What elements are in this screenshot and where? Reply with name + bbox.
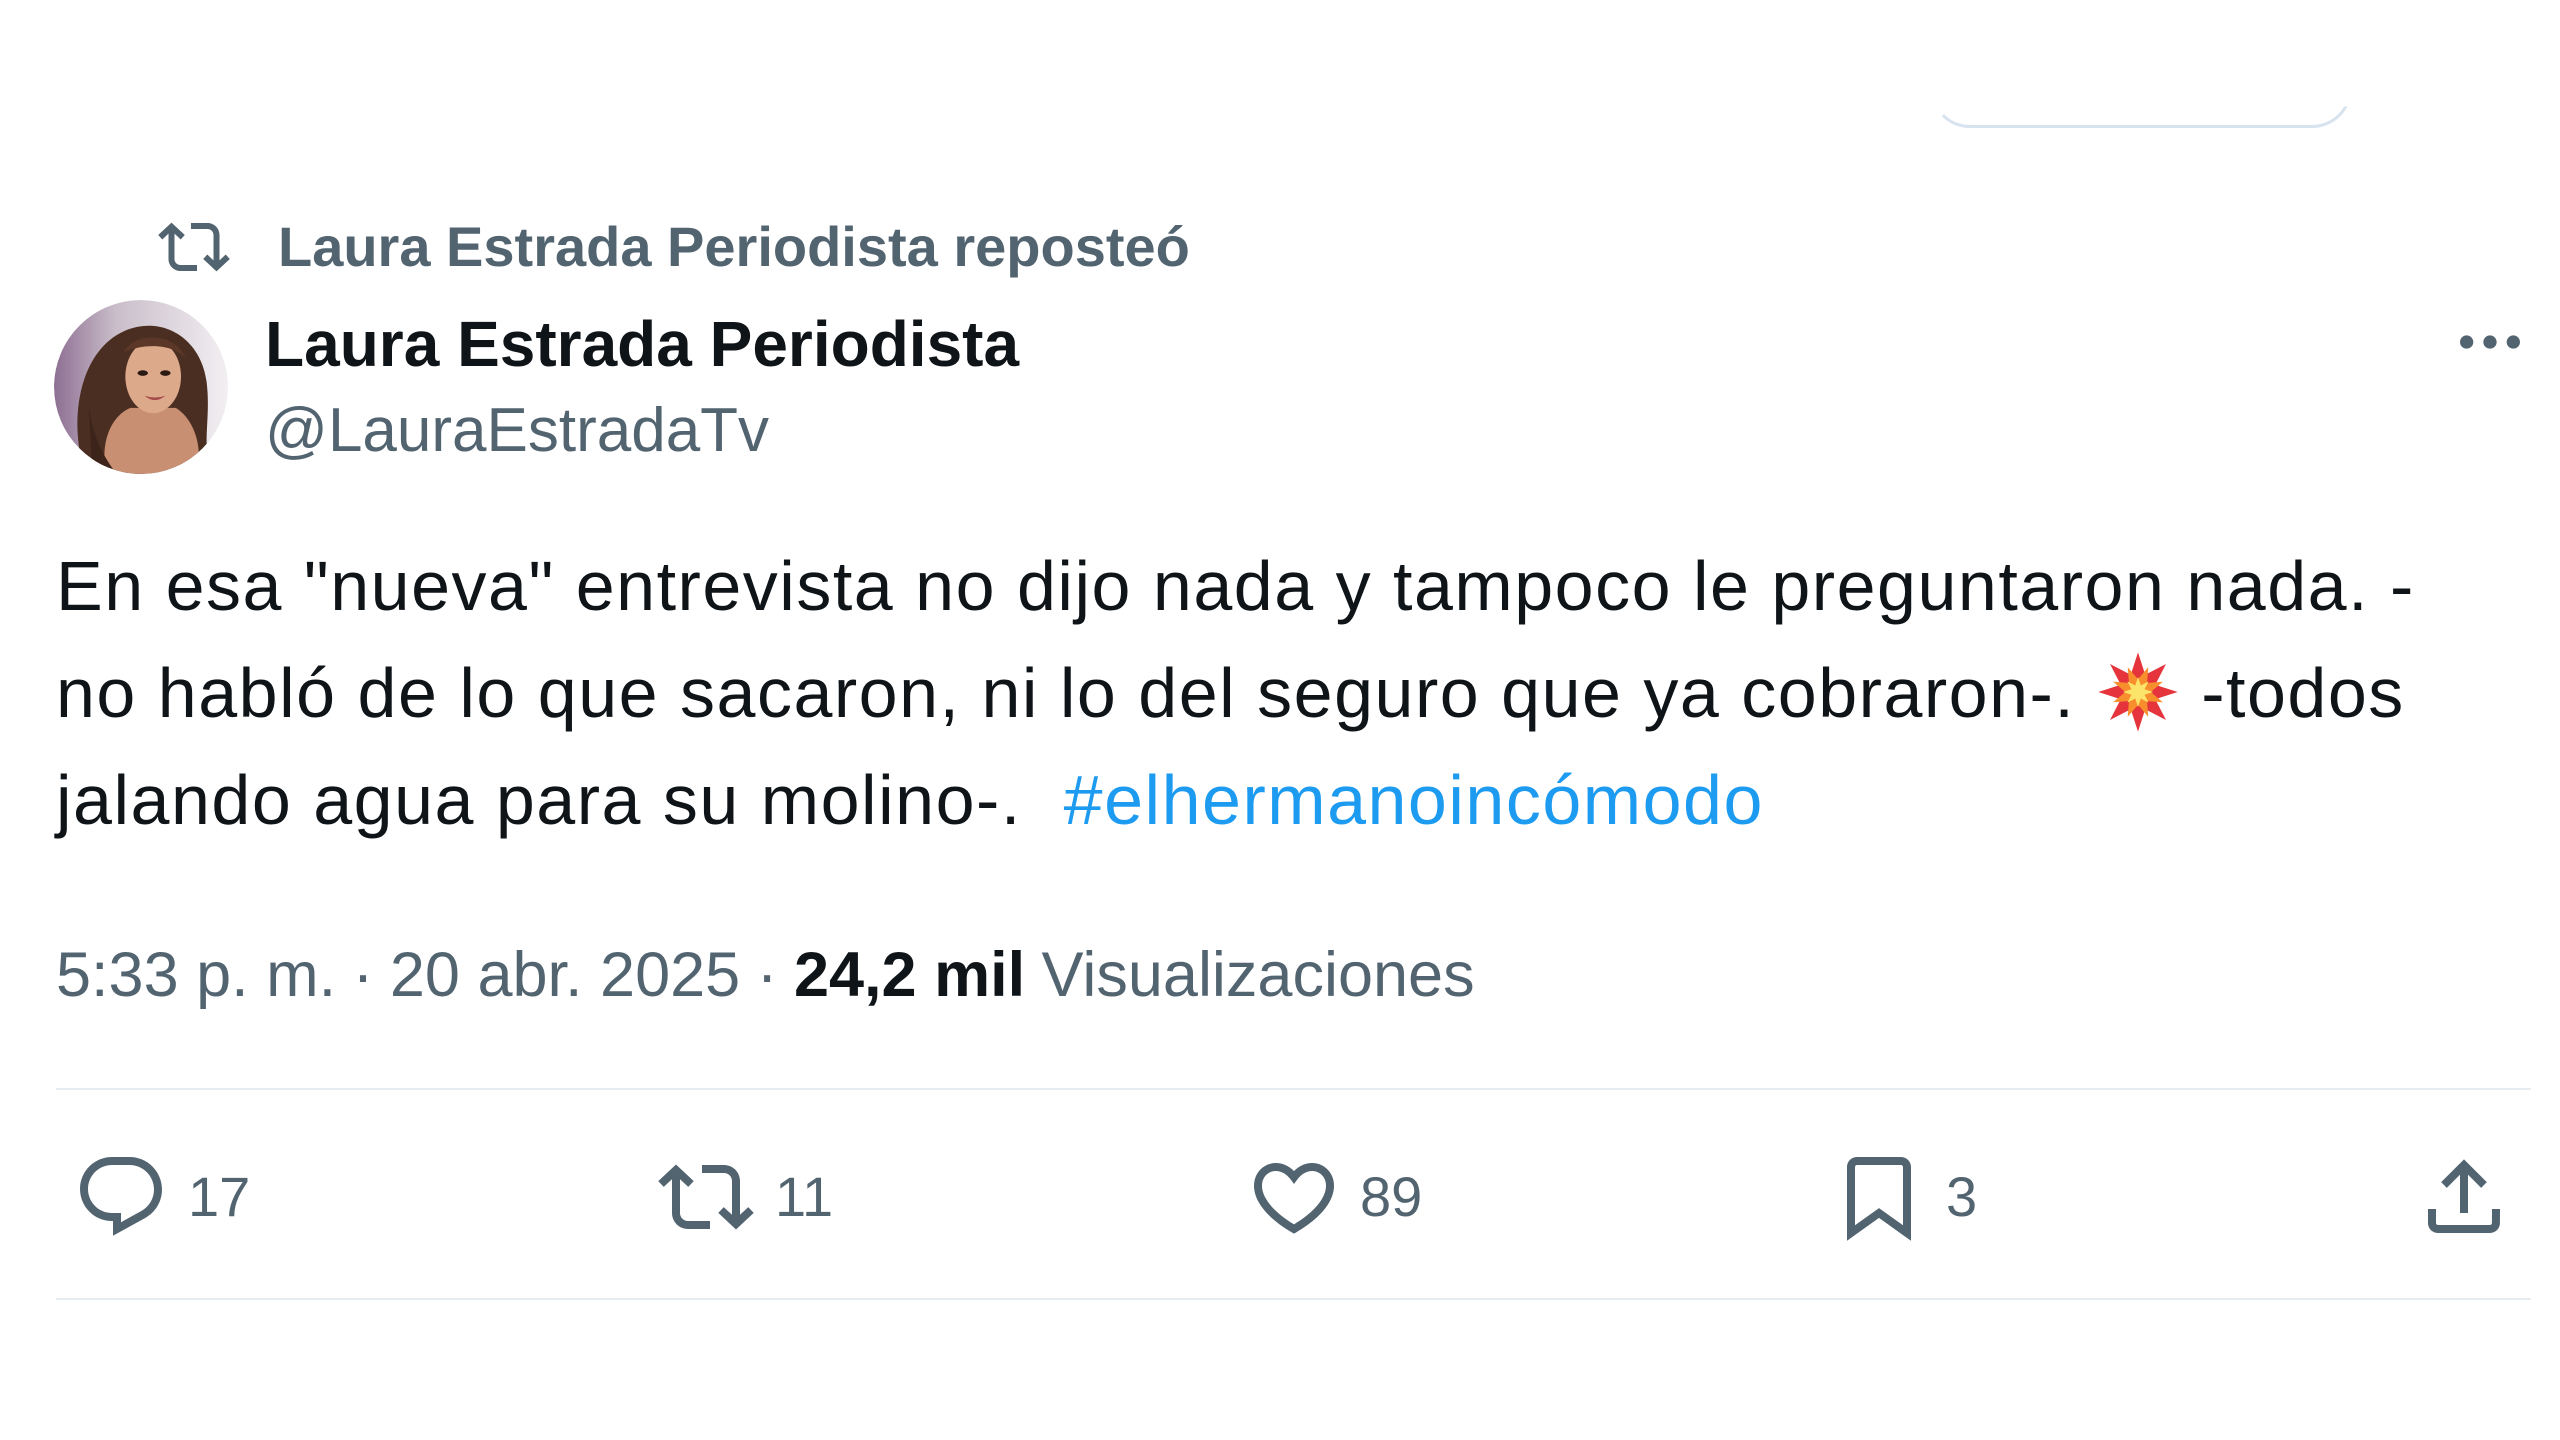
tweet-time[interactable]: 5:33 p. m. [56, 940, 336, 1010]
avatar[interactable] [54, 300, 228, 474]
tweet-line-1: En esa "nueva" entrevista no dijo nada y… [56, 547, 2415, 625]
bookmark-icon[interactable] [1831, 1149, 1927, 1245]
repost-count: 11 [775, 1165, 834, 1228]
tweet-text: En esa "nueva" entrevista no dijo nada y… [56, 533, 2526, 854]
collision-emoji-icon [2096, 650, 2180, 734]
author-name[interactable]: Laura Estrada Periodista [265, 306, 1019, 382]
views-count: 24,2 mil [793, 940, 1026, 1010]
tweet-meta: 5:33 p. m. · 20 abr. 2025 · 24,2 mil Visualiz… [56, 935, 1475, 1015]
hashtag-link[interactable]: #elhermanoincómodo [1064, 761, 1764, 839]
tweet-text-segment: -todos [2180, 654, 2405, 732]
divider [56, 1088, 2531, 1090]
meta-separator: · [756, 940, 778, 1010]
divider [56, 1298, 2531, 1300]
repost-icon [158, 211, 230, 283]
author-handle[interactable]: @LauraEstradaTv [265, 393, 769, 469]
tweet-line-3: jalando agua para su molino-. #elhermano… [56, 747, 2526, 854]
reply-icon[interactable] [73, 1149, 169, 1245]
meta-separator: · [352, 940, 374, 1010]
bookmark-count: 3 [1946, 1165, 1978, 1228]
share-icon[interactable] [2416, 1149, 2512, 1245]
tweet-date[interactable]: 20 abr. 2025 [390, 940, 740, 1010]
views-label: Visualizaciones [1041, 940, 1475, 1010]
views-link[interactable]: 24,2 mil Visualizaciones [794, 940, 1475, 1010]
tweet-text-segment: no habló de lo que sacaron, ni lo del se… [56, 654, 2097, 732]
tweet-text-segment: jalando agua para su molino-. [56, 761, 1064, 839]
reply-count: 17 [188, 1165, 251, 1228]
heart-icon[interactable] [1246, 1149, 1342, 1245]
like-count: 89 [1360, 1165, 1423, 1228]
repost-context-label[interactable]: Laura Estrada Periodista reposteó [278, 214, 1190, 280]
tweet-line-2: no habló de lo que sacaron, ni lo del se… [56, 640, 2526, 747]
partial-element-edge [1930, 88, 2352, 128]
more-dots-icon[interactable] [2450, 302, 2530, 382]
repost-icon[interactable] [658, 1149, 754, 1245]
